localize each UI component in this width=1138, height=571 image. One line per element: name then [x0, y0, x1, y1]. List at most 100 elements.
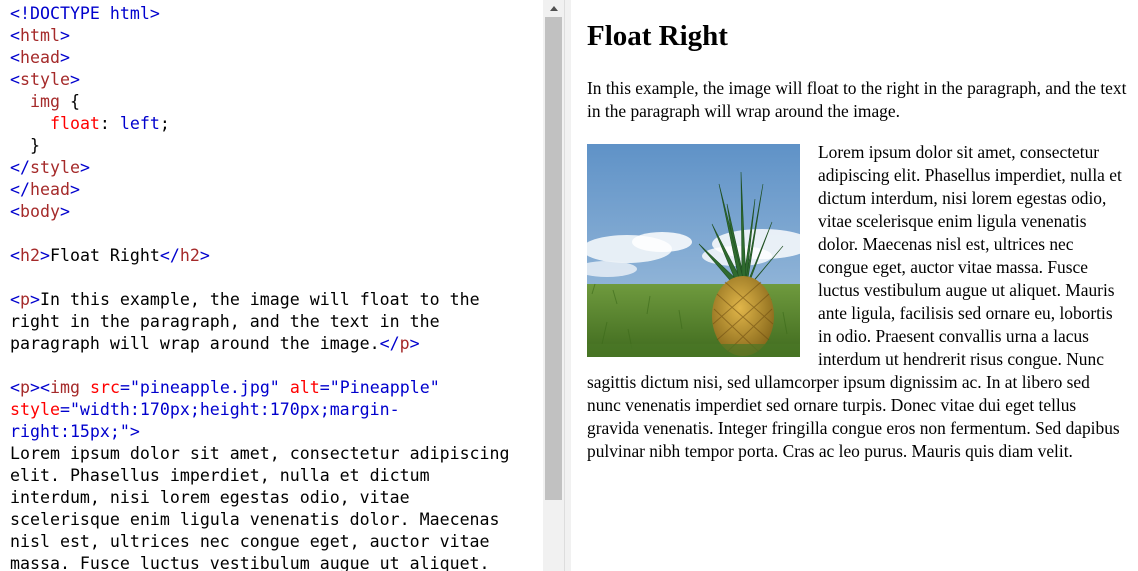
editor-scrollbar[interactable] [543, 0, 564, 571]
code-text[interactable]: <!DOCTYPE html> <html> <head> <style> img {… [10, 3, 538, 571]
code-line: float: left; [10, 113, 538, 135]
code-line: img { [10, 91, 538, 113]
code-token: right in the paragraph, and the text in … [10, 312, 440, 331]
code-token: p [20, 290, 30, 309]
code-line: Lorem ipsum dolor sit amet, consectetur … [10, 443, 538, 465]
code-line: <head> [10, 47, 538, 69]
code-token: <!DOCTYPE html> [10, 4, 160, 23]
code-line: } [10, 135, 538, 157]
result-document: Float Right In this example, the image w… [587, 0, 1127, 481]
code-token: > [59, 202, 70, 221]
code-line: nisl est, ultrices nec congue eget, auct… [10, 531, 538, 553]
code-token: < [10, 202, 20, 221]
code-token: img [49, 378, 80, 397]
code-line: </style> [10, 157, 538, 179]
scroll-up-button[interactable] [543, 0, 564, 17]
code-token: p [399, 334, 410, 353]
result-pane: Float Right In this example, the image w… [571, 0, 1138, 571]
code-token: < [10, 70, 20, 89]
pineapple-image [587, 144, 800, 357]
code-token: < [10, 378, 20, 397]
code-token: > [39, 246, 50, 265]
code-token: head [29, 180, 70, 199]
code-line: <p><img src="pineapple.jpg" alt="Pineapp… [10, 377, 538, 399]
code-token: scelerisque enim ligula venenatis dolor.… [10, 510, 500, 529]
code-token: > [129, 422, 140, 441]
code-token: nisl est, ultrices nec congue eget, auct… [10, 532, 490, 551]
code-line: <p>In this example, the image will float… [10, 289, 538, 311]
intro-paragraph: In this example, the image will float to… [587, 78, 1127, 121]
code-line: interdum, nisi lorem egestas odio, vitae [10, 487, 538, 509]
triangle-up-icon [549, 6, 558, 11]
code-token: > [69, 70, 80, 89]
code-line: <!DOCTYPE html> [10, 3, 538, 25]
code-token: Float Right [49, 246, 160, 265]
code-token: > [69, 180, 80, 199]
code-line: <style> [10, 69, 538, 91]
code-token: head [20, 48, 60, 67]
float-paragraph: Lorem ipsum dolor sit amet, consectetur … [587, 141, 1127, 463]
code-token: p [20, 378, 30, 397]
code-token: elit. Phasellus imperdiet, nulla et dict… [10, 466, 430, 485]
code-token: paragraph will wrap around the image. [10, 334, 380, 353]
code-token: style [29, 158, 80, 177]
code-line: style="width:170px;height:170px;margin- [10, 399, 538, 421]
code-line: <body> [10, 201, 538, 223]
code-token: massa. Fusce luctus vestibulum augue ut … [10, 554, 490, 571]
page-heading: Float Right [587, 20, 728, 52]
code-token: < [10, 246, 20, 265]
code-token: { [59, 92, 80, 111]
code-token: </ [10, 180, 30, 199]
code-line: right in the paragraph, and the text in … [10, 311, 538, 333]
code-token: > [30, 290, 40, 309]
code-token: < [10, 290, 20, 309]
code-token: < [10, 26, 20, 45]
code-token: ; [159, 114, 170, 133]
code-token: < [10, 48, 20, 67]
code-line: paragraph will wrap around the image.</p… [10, 333, 538, 355]
code-token: h2 [20, 246, 40, 265]
code-line: elit. Phasellus imperdiet, nulla et dict… [10, 465, 538, 487]
pane-divider[interactable] [564, 0, 571, 571]
code-token: style [20, 70, 70, 89]
code-token: > [409, 334, 420, 353]
code-token: interdum, nisi lorem egestas odio, vitae [10, 488, 410, 507]
code-token: > [199, 246, 210, 265]
code-line: right:15px;"> [10, 421, 538, 443]
code-token: </ [10, 158, 30, 177]
code-token: h2 [179, 246, 200, 265]
code-token: style [10, 400, 60, 419]
code-line: scelerisque enim ligula venenatis dolor.… [10, 509, 538, 531]
pineapple-photo [587, 144, 800, 357]
code-token: In this example, the image will float to… [40, 290, 480, 309]
scroll-thumb[interactable] [545, 17, 562, 500]
code-token: float [49, 114, 100, 133]
code-line: </head> [10, 179, 538, 201]
code-token: </ [379, 334, 400, 353]
code-line: <html> [10, 25, 538, 47]
code-line: <h2>Float Right</h2> [10, 245, 538, 267]
code-token: : [99, 114, 120, 133]
code-line: massa. Fusce luctus vestibulum augue ut … [10, 553, 538, 571]
code-token: > [59, 48, 70, 67]
code-token: html [20, 26, 60, 45]
code-token: src [89, 378, 120, 397]
code-token: </ [159, 246, 180, 265]
code-token: > [79, 158, 90, 177]
code-token: body [20, 202, 60, 221]
code-token: ="width:170px;height:170px;margin- [59, 400, 400, 419]
code-token: > [59, 26, 70, 45]
tryit-workspace: <!DOCTYPE html> <html> <head> <style> img {… [0, 0, 1138, 571]
code-editor[interactable]: <!DOCTYPE html> <html> <head> <style> img {… [0, 0, 543, 571]
code-token: >< [30, 378, 50, 397]
code-token: left [119, 114, 160, 133]
code-token: alt [289, 378, 320, 397]
code-token: } [10, 136, 40, 155]
code-token: img [29, 92, 60, 111]
